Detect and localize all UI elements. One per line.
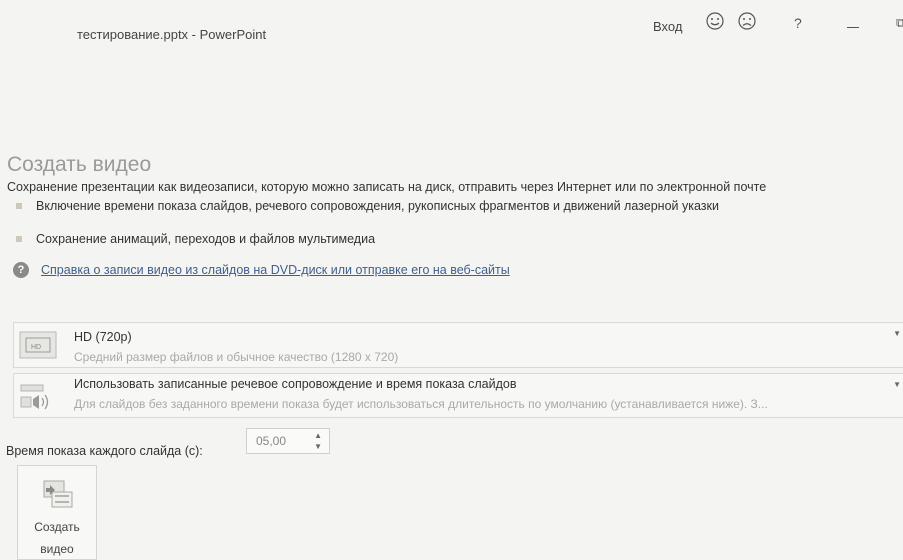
window-title: тестирование.pptx - PowerPoint	[77, 27, 267, 42]
bullet-text: Сохранение анимаций, переходов и файлов …	[36, 232, 376, 246]
sign-in-link[interactable]: Вход	[653, 19, 682, 34]
page-title: Создать видео	[7, 153, 152, 176]
create-video-icon	[43, 480, 73, 508]
quality-title: HD (720p)	[74, 330, 132, 344]
create-video-label: Создать видео	[18, 516, 96, 560]
quality-dropdown[interactable]: HD HD (720p) Средний размер файлов и обы…	[13, 322, 903, 368]
narration-title: Использовать записанные речевое сопровож…	[74, 377, 517, 391]
help-circle-icon: ?	[13, 262, 29, 278]
chevron-down-icon[interactable]: ▼	[893, 380, 901, 389]
svg-text:HD: HD	[31, 344, 41, 351]
spin-up-icon[interactable]: ▲	[314, 431, 322, 440]
quality-subtitle: Средний размер файлов и обычное качество…	[74, 350, 399, 364]
slide-time-label: Время показа каждого слайда (с):	[6, 444, 203, 458]
bullet-marker	[16, 236, 22, 242]
smile-icon[interactable]	[705, 11, 725, 31]
help-link-row[interactable]: ? Справка о записи видео из слайдов на D…	[13, 262, 510, 278]
slide-time-spinner[interactable]: 05,00 ▲ ▼	[246, 428, 330, 454]
page-description: Сохранение презентации как видеозаписи, …	[7, 180, 767, 194]
restore-button[interactable]: ⧉	[896, 15, 903, 31]
create-video-button[interactable]: Создать видео	[17, 465, 97, 560]
bullet-marker	[16, 203, 22, 209]
bullet-text: Включение времени показа слайдов, речево…	[36, 199, 719, 213]
bullet-item: Включение времени показа слайдов, речево…	[16, 199, 719, 213]
slide-time-value[interactable]: 05,00	[256, 434, 286, 448]
bullet-item: Сохранение анимаций, переходов и файлов …	[16, 232, 375, 246]
chevron-down-icon[interactable]: ▼	[893, 329, 901, 338]
spin-down-icon[interactable]: ▼	[314, 442, 322, 451]
minimize-button[interactable]	[847, 27, 859, 28]
frown-icon[interactable]	[737, 11, 757, 31]
help-button[interactable]: ?	[794, 15, 802, 31]
narration-subtitle: Для слайдов без заданного времени показа…	[74, 397, 768, 411]
narration-speaker-icon	[20, 384, 49, 410]
help-link[interactable]: Справка о записи видео из слайдов на DVD…	[41, 263, 510, 277]
hd-monitor-icon: HD	[19, 331, 57, 359]
narration-dropdown[interactable]: Использовать записанные речевое сопровож…	[13, 373, 903, 418]
create-video-label-line2: видео	[40, 542, 74, 556]
create-video-label-line1: Создать	[34, 520, 80, 534]
